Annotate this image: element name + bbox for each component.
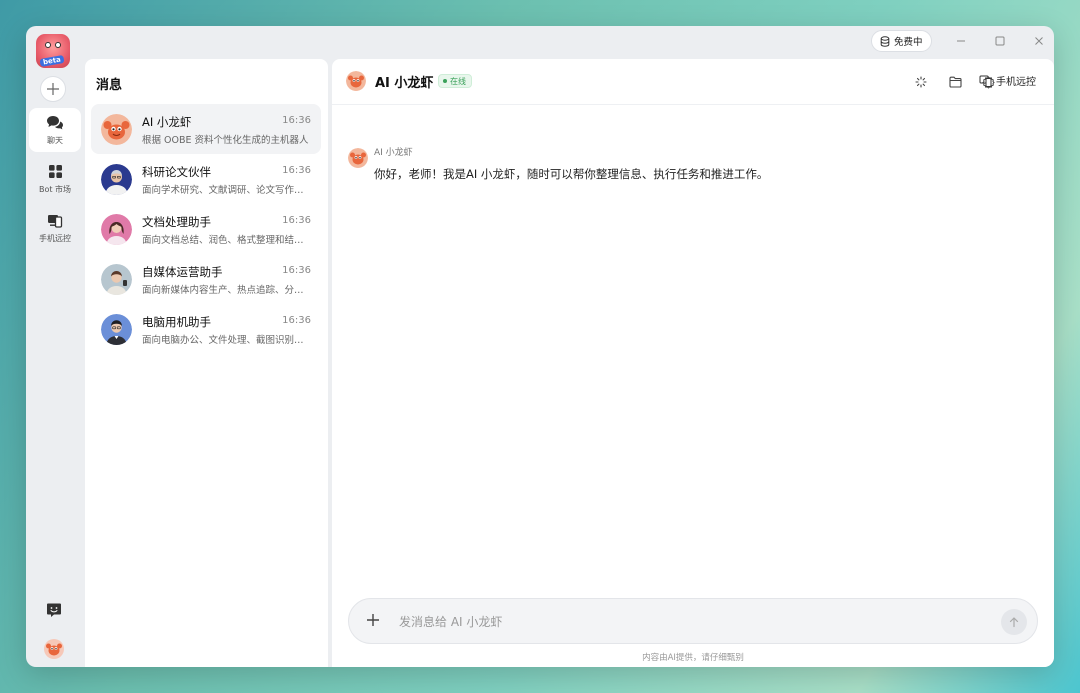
conversation-list-panel: 消息 AI 小龙虾 16:36 根据 OOBE 资料个性化生成的主机器人 科研论… (85, 59, 328, 667)
app-logo: beta (36, 34, 70, 68)
rail-item-chat[interactable]: 聊天 (29, 108, 81, 152)
grid-apps-icon (46, 164, 64, 180)
status-dot (443, 79, 447, 83)
media-ops-avatar (101, 264, 132, 295)
conversation-desc: 面向学术研究、文献调研、论文写作和学术规范 (142, 185, 312, 196)
phone-remote-label: 手机远控 (996, 77, 1036, 88)
message-avatar (348, 148, 368, 168)
coin-stack-icon (880, 35, 890, 47)
conversation-item[interactable]: 科研论文伙伴 16:36 面向学术研究、文献调研、论文写作和学术规范 (91, 154, 321, 204)
close-icon (1035, 37, 1043, 45)
conversation-time: 16:36 (282, 115, 311, 126)
conversation-desc: 面向文档总结、润色、格式整理和结构优化 (142, 235, 312, 246)
message-input[interactable] (399, 611, 959, 633)
crayfish-avatar (101, 114, 132, 145)
rail-label-chat: 聊天 (47, 135, 63, 145)
minimize-icon (957, 40, 965, 42)
conversation-item[interactable]: 文档处理助手 16:36 面向文档总结、润色、格式整理和结构优化 (91, 204, 321, 254)
smiley-feedback-icon (47, 603, 61, 617)
chat-header-avatar (346, 71, 366, 91)
message-text: 你好，老师！我是AI 小龙虾，随时可以帮你整理信息、执行任务和推进工作。 (374, 167, 769, 181)
chat-panel: AI 小龙虾 在线 手机远控 AI 小龙虾 你好，老师！我是AI 小龙虾，随时可… (332, 59, 1054, 667)
user-avatar[interactable] (44, 639, 64, 659)
attach-button[interactable] (363, 611, 383, 631)
rail-label-bot-market: Bot 市场 (38, 184, 72, 194)
close-button[interactable] (1030, 32, 1048, 50)
conversation-item[interactable]: 自媒体运营助手 16:36 面向新媒体内容生产、热点追踪、分发运营 (91, 254, 321, 304)
files-button[interactable] (947, 74, 963, 90)
rail-item-phone-remote[interactable]: 手机远控 (29, 206, 81, 250)
free-plan-badge[interactable]: 免费中 (871, 30, 932, 52)
conversation-time: 16:36 (282, 315, 311, 326)
feedback-button[interactable] (44, 600, 64, 620)
conversation-name: 科研论文伙伴 (142, 165, 211, 179)
app-window: 免费中 beta 聊天 Bot 市场 手机远控 消息 AI 小龙虾 16:36 … (26, 26, 1054, 667)
conversation-desc: 面向电脑办公、文件处理、截图识别和操作 (142, 335, 312, 346)
conversation-name: 文档处理助手 (142, 215, 211, 229)
phone-remote-icon (46, 213, 64, 229)
online-status-badge: 在线 (438, 74, 472, 88)
conversation-name: 电脑用机助手 (142, 315, 211, 329)
conversation-item[interactable]: 电脑用机助手 16:36 面向电脑办公、文件处理、截图识别和操作 (91, 304, 321, 354)
chat-header: AI 小龙虾 在线 手机远控 (332, 59, 1054, 105)
list-title: 消息 (96, 78, 123, 93)
status-label: 在线 (450, 76, 466, 86)
phone-remote-icon (979, 75, 992, 87)
free-badge-label: 免费中 (894, 37, 923, 48)
message-composer (348, 598, 1038, 644)
send-button[interactable] (1001, 609, 1027, 635)
document-assistant-avatar (101, 214, 132, 245)
conversation-name: 自媒体运营助手 (142, 265, 223, 279)
ai-disclaimer: 内容由AI提供，请仔细甄别 (642, 653, 744, 663)
conversation-desc: 根据 OOBE 资料个性化生成的主机器人 (142, 135, 309, 146)
conversation-desc: 面向新媒体内容生产、热点追踪、分发运营 (142, 285, 312, 296)
chat-title: AI 小龙虾 (375, 76, 434, 91)
logo-eyes (45, 42, 61, 50)
maximize-icon (995, 36, 1005, 46)
folder-icon (948, 76, 962, 88)
conversation-time: 16:36 (282, 215, 311, 226)
message-sender: AI 小龙虾 (374, 148, 413, 158)
crayfish-avatar-icon (44, 639, 64, 659)
conversation-time: 16:36 (282, 165, 311, 176)
rail-label-phone-remote: 手机远控 (39, 233, 71, 243)
rail-item-bot-market[interactable]: Bot 市场 (29, 157, 81, 201)
spinner-icon (915, 76, 927, 88)
maximize-button[interactable] (991, 32, 1009, 50)
plus-icon (367, 614, 379, 626)
minimize-button[interactable] (952, 32, 970, 50)
new-chat-button[interactable] (40, 76, 66, 102)
plus-icon (47, 83, 59, 95)
chat-bubbles-icon (46, 115, 64, 131)
research-partner-avatar (101, 164, 132, 195)
conversation-item[interactable]: AI 小龙虾 16:36 根据 OOBE 资料个性化生成的主机器人 (91, 104, 321, 154)
loading-button[interactable] (913, 74, 929, 90)
beta-badge: beta (39, 54, 65, 68)
computer-assistant-avatar (101, 314, 132, 345)
phone-remote-button[interactable]: 手机远控 (979, 73, 1036, 88)
conversation-name: AI 小龙虾 (142, 115, 192, 129)
conversation-time: 16:36 (282, 265, 311, 276)
nav-rail: beta 聊天 Bot 市场 手机远控 (26, 26, 84, 667)
arrow-up-icon (1009, 617, 1019, 628)
